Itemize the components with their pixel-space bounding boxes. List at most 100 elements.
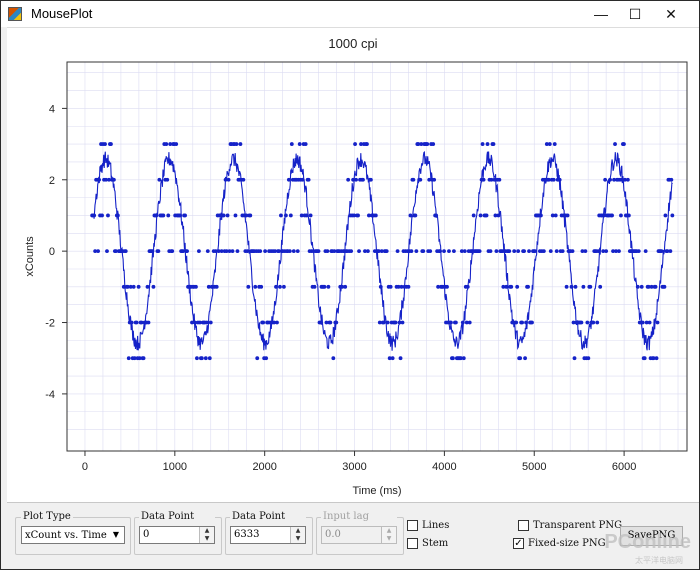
data-point (598, 284, 603, 289)
data-point (553, 213, 558, 218)
data-point (166, 213, 171, 218)
data-point (585, 320, 590, 325)
data-point (572, 356, 577, 361)
data-point (282, 284, 286, 289)
data-point (368, 177, 373, 182)
data-point (669, 177, 674, 182)
data-point (291, 249, 296, 254)
data-point (565, 213, 570, 218)
spin-up-icon[interactable]: ▲ (291, 527, 305, 535)
stem-checkbox[interactable] (407, 538, 418, 549)
data-point (530, 320, 534, 325)
data-point (461, 356, 466, 361)
data-point (312, 284, 317, 289)
data-point (264, 356, 269, 361)
data-point (613, 142, 617, 146)
data-point (157, 177, 162, 182)
dp-start-input[interactable]: 0 ▲ ▼ (139, 526, 215, 544)
data-point (477, 249, 482, 254)
data-point (145, 284, 150, 289)
data-point (507, 249, 512, 254)
data-point (170, 249, 175, 254)
transparent-png-checkbox[interactable] (518, 520, 529, 531)
data-point (361, 177, 365, 182)
data-point (588, 284, 593, 289)
data-point (353, 142, 357, 146)
data-point (491, 142, 496, 146)
chart-canvas: 0 1000 2000 3000 4000 5000 6000 -4 -2 0 2 4 Time (ms… (24, 61, 688, 497)
plot-type-select[interactable]: xCount vs. Time ▼ (21, 526, 125, 544)
data-point (109, 142, 113, 146)
data-point (174, 142, 179, 146)
data-point (134, 320, 139, 325)
data-point (494, 249, 499, 254)
data-point (287, 249, 292, 254)
y-tick-label: 4 (49, 103, 55, 115)
data-point (485, 142, 490, 146)
dp-end-spinner[interactable]: ▲ ▼ (290, 527, 305, 543)
data-point (234, 142, 239, 146)
data-point (647, 320, 652, 325)
lines-checkbox[interactable] (407, 520, 418, 531)
data-point (322, 284, 327, 289)
data-point (447, 249, 451, 254)
data-point (406, 284, 411, 289)
title-bar: MousePlot — ☐ ✕ (1, 1, 699, 27)
data-point (643, 249, 648, 254)
data-point (146, 320, 151, 325)
x-tick-label: 5000 (522, 461, 546, 473)
data-point (551, 177, 556, 182)
spin-down-icon[interactable]: ▼ (291, 535, 305, 543)
data-point (522, 249, 526, 254)
data-point (668, 249, 673, 254)
data-point (390, 356, 395, 361)
data-point (516, 249, 521, 254)
x-axis-label: Time (ms) (352, 485, 401, 497)
y-tick-label: -4 (45, 389, 55, 401)
data-point (258, 249, 263, 254)
dp-start-spinner[interactable]: ▲ ▼ (199, 527, 214, 543)
data-point (183, 213, 187, 218)
spin-up-icon[interactable]: ▲ (200, 527, 214, 535)
data-point (103, 142, 107, 146)
data-point (346, 177, 351, 182)
x-tick-label: 0 (82, 461, 88, 473)
data-point (263, 249, 268, 254)
data-point (235, 249, 240, 254)
data-point (526, 284, 530, 289)
plot-area[interactable]: 1000 cpi 0 1000 2000 3000 4000 5000 6000 -4 -2 0 2… (7, 27, 699, 502)
data-point (384, 249, 389, 254)
data-point (413, 213, 418, 218)
data-point (141, 356, 146, 361)
spin-down-icon[interactable]: ▼ (200, 535, 214, 543)
x-tick-label: 3000 (342, 461, 366, 473)
close-button[interactable]: ✕ (653, 1, 689, 27)
input-lag-spinner: ▲ ▼ (381, 527, 396, 543)
dp-end-input[interactable]: 6333 ▲ ▼ (230, 526, 306, 544)
data-point (194, 284, 198, 289)
data-point (488, 249, 493, 254)
data-point (295, 249, 300, 254)
data-point (106, 213, 110, 218)
stem-label: Stem (422, 538, 449, 549)
data-point (636, 249, 641, 254)
data-point (259, 284, 264, 289)
data-point (208, 320, 213, 325)
y-tick-label: 0 (49, 246, 55, 258)
data-point (356, 213, 360, 218)
data-point (233, 213, 238, 218)
data-point (541, 249, 546, 254)
data-point (432, 177, 437, 182)
data-point (207, 356, 212, 361)
watermark-sub: 太平洋电脑网 (635, 556, 683, 565)
transparent-png-label: Transparent PNG (533, 520, 623, 531)
data-point (512, 249, 517, 254)
data-point (253, 284, 258, 289)
maximize-button[interactable]: ☐ (617, 1, 653, 27)
data-point (445, 284, 449, 289)
data-point (518, 356, 523, 361)
fixed-png-checkbox[interactable]: ✓ (513, 538, 524, 549)
data-point (610, 213, 614, 218)
data-point (400, 320, 405, 325)
minimize-button[interactable]: — (583, 1, 619, 27)
